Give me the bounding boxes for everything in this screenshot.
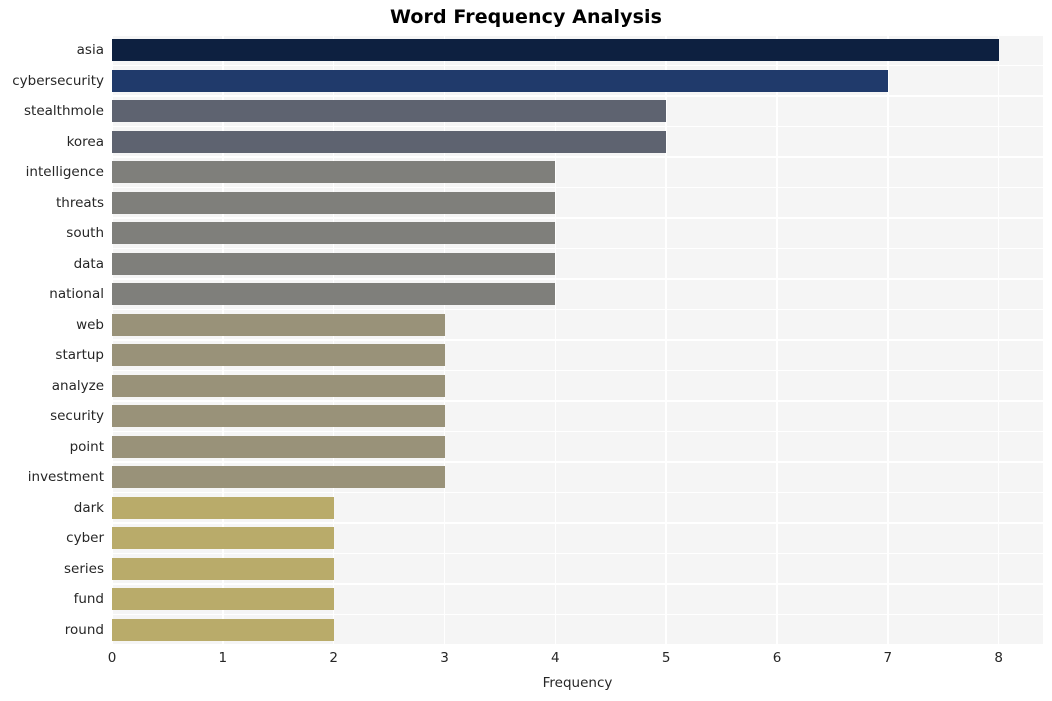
bar-investment[interactable]: [112, 466, 445, 489]
gridline-y-13: [112, 430, 1043, 433]
bar-series[interactable]: [112, 557, 334, 580]
x-tick-label-2: 2: [329, 650, 338, 666]
gridline-y-10: [112, 339, 1043, 341]
gridline-y-4: [112, 156, 1043, 158]
gridline-y-15: [112, 491, 1043, 494]
bar-point[interactable]: [112, 435, 445, 458]
y-tick-label-analyze: analyze: [51, 377, 104, 394]
x-axis-tick-labels: 0 1 2 3 4 5 6 7 8: [108, 650, 1043, 672]
x-tick-label-6: 6: [772, 650, 782, 666]
y-tick-label-web: web: [76, 316, 104, 333]
bar-threats[interactable]: [112, 191, 556, 214]
x-tick-label-8: 8: [994, 650, 1003, 666]
y-tick-label-investment: investment: [27, 469, 104, 486]
gridline-y-14: [112, 461, 1043, 463]
bar-cyber[interactable]: [112, 527, 334, 550]
gridline-y-18: [112, 583, 1043, 585]
bar-national[interactable]: [112, 283, 556, 306]
bar-cybersecurity[interactable]: [112, 69, 888, 92]
x-tick-label-5: 5: [661, 650, 671, 666]
gridline-y-11: [112, 369, 1043, 372]
bar-fund[interactable]: [112, 588, 334, 611]
bar-data[interactable]: [112, 252, 556, 275]
y-tick-label-point: point: [69, 438, 104, 455]
x-tick-label-7: 7: [883, 650, 893, 666]
y-tick-label-round: round: [64, 621, 104, 638]
bar-dark[interactable]: [112, 496, 334, 519]
bar-stealthmole[interactable]: [112, 100, 667, 123]
y-tick-label-dark: dark: [73, 499, 104, 516]
gridline-y-5: [112, 186, 1043, 189]
gridline-y-7: [112, 247, 1043, 250]
bar-round[interactable]: [112, 618, 334, 641]
gridline-y-0: [112, 35, 1043, 36]
y-tick-label-cybersecurity: cybersecurity: [12, 72, 104, 89]
bar-south[interactable]: [112, 222, 556, 245]
bar-security[interactable]: [112, 405, 445, 428]
gridline-y-19: [112, 613, 1043, 616]
bar-analyze[interactable]: [112, 374, 445, 397]
x-tick-label-4: 4: [551, 650, 560, 666]
y-tick-label-south: south: [66, 225, 104, 242]
y-tick-label-startup: startup: [55, 347, 104, 364]
gridline-y-6: [112, 217, 1043, 219]
gridline-y-2: [112, 95, 1043, 97]
x-tick-label-0: 0: [107, 650, 117, 666]
gridline-y-20: [112, 644, 1043, 645]
y-tick-label-series: series: [64, 560, 104, 577]
chart-title: Word Frequency Analysis: [389, 6, 663, 28]
x-tick-label-1: 1: [218, 650, 228, 666]
gridline-y-16: [112, 522, 1043, 524]
bar-asia[interactable]: [112, 39, 999, 62]
x-axis-title: Frequency: [542, 675, 613, 691]
gridline-y-3: [112, 125, 1043, 128]
gridline-y-17: [112, 552, 1043, 555]
y-tick-label-fund: fund: [73, 591, 104, 608]
y-axis-tick-labels: asia cybersecurity stealthmole korea intelli…: [0, 35, 112, 645]
gridline-y-8: [112, 278, 1043, 280]
y-tick-label-cyber: cyber: [66, 530, 104, 547]
y-tick-label-stealthmole: stealthmole: [24, 103, 104, 120]
x-tick-label-3: 3: [440, 650, 449, 666]
y-tick-label-data: data: [73, 255, 104, 272]
y-tick-label-security: security: [50, 408, 104, 425]
y-tick-label-asia: asia: [76, 42, 104, 59]
y-tick-label-intelligence: intelligence: [25, 164, 104, 181]
chart-figure: Word Frequency Analysis asia cybersecurit…: [0, 0, 1052, 701]
bar-korea[interactable]: [112, 130, 667, 153]
bar-startup[interactable]: [112, 344, 445, 367]
gridline-y-9: [112, 308, 1043, 311]
plot-area: [112, 35, 1043, 645]
y-tick-label-korea: korea: [66, 133, 104, 150]
y-tick-label-national: national: [49, 286, 104, 303]
gridline-y-12: [112, 400, 1043, 402]
gridline-y-1: [112, 64, 1043, 67]
y-tick-label-threats: threats: [55, 194, 104, 211]
bar-web[interactable]: [112, 313, 445, 336]
bar-intelligence[interactable]: [112, 161, 556, 184]
